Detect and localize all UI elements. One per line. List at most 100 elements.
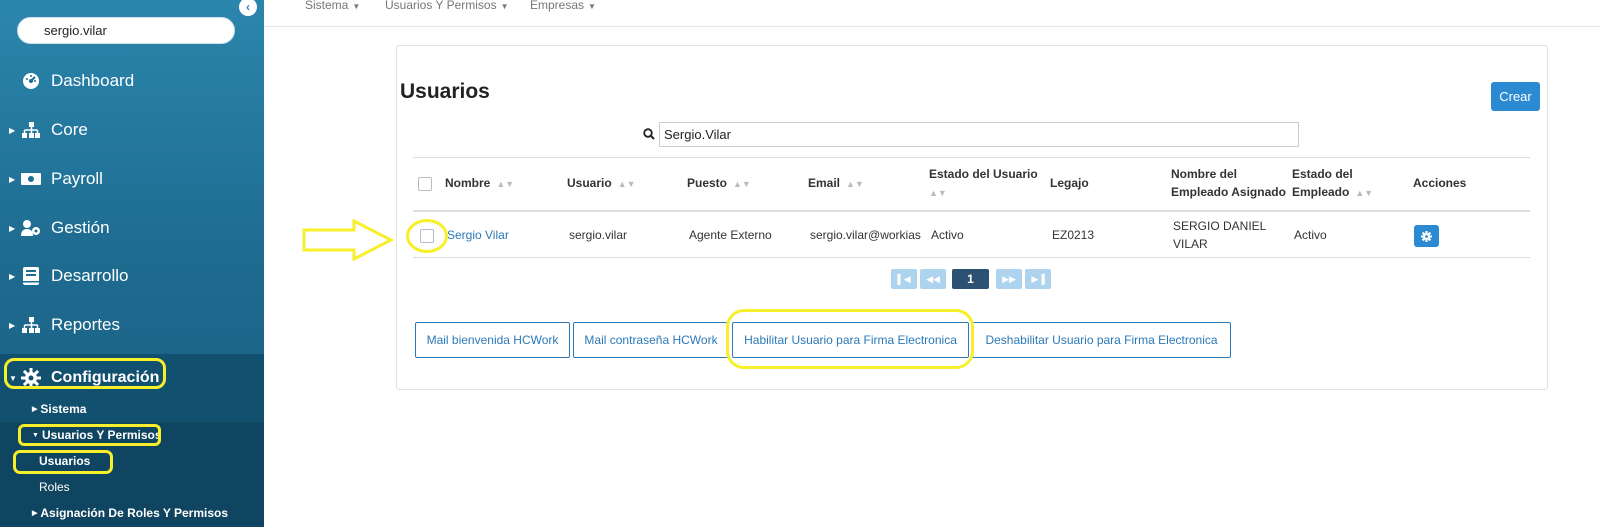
sort-icon: ▲▼ (496, 179, 515, 189)
top-navbar: Sistema ▼ Usuarios Y Permisos ▼ Empresas ▼ (264, 0, 1600, 27)
highlight-usuarios-permisos (18, 424, 161, 446)
last-page-icon[interactable]: ▶▐ (1025, 269, 1051, 289)
table-search-input[interactable]: Sergio.Vilar (659, 122, 1299, 147)
highlight-row-checkbox (406, 219, 448, 253)
column-header-legajo: Legajo (1050, 174, 1089, 192)
sidebar-search-input[interactable]: sergio.vilar (17, 17, 235, 44)
sidebar-item-reportes[interactable]: ▶ Reportes (0, 307, 264, 343)
column-header-empleado: Nombre del Empleado Asignado (1171, 165, 1289, 201)
sort-icon: ▲▼ (617, 179, 636, 189)
mail-contrasena-button[interactable]: Mail contraseña HCWork (573, 322, 729, 358)
column-label: Legajo (1050, 176, 1089, 190)
sort-icon: ▲▼ (929, 188, 947, 198)
sidebar-item-label: Payroll (51, 169, 103, 188)
cell-email: sergio.vilar@workias (810, 228, 921, 242)
caret-down-icon: ▼ (588, 2, 596, 11)
app-root: ‹ sergio.vilar Dashboard ▶ Core ▶ Payrol… (0, 0, 1600, 527)
cell-estado-usuario: Activo (931, 228, 964, 242)
sidebar-subitem-label: Sistema (40, 402, 87, 416)
search-icon (643, 128, 655, 140)
column-label: Puesto (687, 176, 728, 190)
column-label: Email (808, 176, 841, 190)
mail-bienvenida-button[interactable]: Mail bienvenida HCWork (415, 322, 570, 358)
highlight-habilitar-firma (726, 309, 974, 369)
sidebar-item-label: Desarrollo (51, 266, 129, 285)
collapse-sidebar-icon[interactable]: ‹ (239, 0, 257, 16)
deshabilitar-firma-button[interactable]: Deshabilitar Usuario para Firma Electron… (972, 322, 1231, 358)
topnav-usuarios-permisos[interactable]: Usuarios Y Permisos ▼ (385, 0, 509, 12)
prev-page-icon[interactable]: ◀◀ (920, 269, 946, 289)
sidebar-item-core[interactable]: ▶ Core (0, 112, 264, 148)
column-header-puesto[interactable]: Puesto ▲▼ (687, 174, 751, 193)
caret-right-icon: ▶ (9, 174, 16, 184)
next-page-icon[interactable]: ▶▶ (996, 269, 1022, 289)
caret-down-icon: ▼ (352, 2, 361, 11)
table-top-border (413, 157, 1530, 158)
topnav-label: Usuarios Y Permisos (385, 0, 497, 12)
topnav-label: Sistema (305, 0, 349, 12)
create-button[interactable]: Crear (1491, 82, 1540, 111)
sitemap-icon (21, 315, 41, 335)
sidebar-item-gestion[interactable]: ▶ Gestión (0, 210, 264, 246)
cell-puesto: Agente Externo (689, 228, 772, 242)
first-page-icon[interactable]: ▌◀ (891, 269, 917, 289)
book-icon (21, 266, 41, 286)
caret-right-icon: ▶ (9, 271, 16, 281)
current-page[interactable]: 1 (952, 269, 989, 289)
sitemap-icon (21, 120, 41, 140)
caret-right-icon: ▶ (9, 223, 16, 233)
cell-empleado: SERGIO DANIEL VILAR (1173, 219, 1266, 251)
caret-right-icon: ▶ (32, 406, 38, 413)
gear-icon (1421, 230, 1432, 242)
column-header-estado-empleado[interactable]: Estado del Empleado ▲▼ (1292, 165, 1392, 202)
topnav-sistema[interactable]: Sistema ▼ (305, 0, 360, 12)
column-label: Nombre del Empleado Asignado (1171, 167, 1286, 199)
column-header-estado-usuario[interactable]: Estado del Usuario ▲▼ (929, 165, 1044, 202)
row-settings-button[interactable] (1414, 225, 1439, 247)
sort-icon: ▲▼ (733, 179, 751, 189)
sort-icon: ▲▼ (846, 179, 864, 189)
sidebar-subitem-sistema[interactable]: ▶ Sistema (32, 402, 86, 416)
column-header-acciones: Acciones (1413, 174, 1466, 192)
caret-down-icon: ▼ (500, 2, 509, 11)
column-label: Acciones (1413, 176, 1467, 190)
sidebar: ‹ sergio.vilar Dashboard ▶ Core ▶ Payrol… (0, 0, 264, 527)
column-label: Usuario (567, 176, 612, 190)
dashboard-icon (21, 71, 41, 91)
sidebar-item-payroll[interactable]: ▶ Payroll (0, 161, 264, 197)
caret-right-icon: ▶ (9, 125, 16, 135)
column-label: Estado del Empleado (1292, 167, 1353, 199)
column-header-email[interactable]: Email ▲▼ (808, 174, 864, 193)
annotation-arrow-icon (302, 219, 394, 261)
sidebar-item-dashboard[interactable]: Dashboard (0, 63, 264, 99)
cell-legajo: EZ0213 (1052, 228, 1095, 242)
user-cog-icon (21, 218, 41, 238)
highlight-usuarios (13, 450, 113, 474)
caret-right-icon: ▶ (32, 510, 38, 517)
sidebar-subitem-roles[interactable]: Roles (39, 480, 70, 494)
sort-icon: ▲▼ (1355, 188, 1374, 198)
sidebar-subitem-label: Asignación De Roles Y Permisos (40, 506, 229, 520)
column-header-nombre[interactable]: Nombre ▲▼ (445, 174, 514, 193)
sidebar-item-desarrollo[interactable]: ▶ Desarrollo (0, 258, 264, 294)
cell-usuario: sergio.vilar (569, 228, 628, 242)
column-label: Estado del Usuario (929, 167, 1038, 181)
sidebar-item-label: Dashboard (51, 71, 135, 90)
money-icon (21, 169, 41, 189)
topnav-label: Empresas (530, 0, 585, 12)
highlight-configuracion (4, 358, 166, 389)
select-all-checkbox[interactable] (418, 177, 432, 191)
page-title: Usuarios (400, 80, 490, 103)
column-label: Nombre (445, 176, 491, 190)
table-header-border (413, 210, 1530, 212)
topnav-empresas[interactable]: Empresas ▼ (530, 0, 596, 12)
user-name-link[interactable]: Sergio Vilar (447, 226, 509, 244)
column-header-usuario[interactable]: Usuario ▲▼ (567, 174, 636, 193)
sidebar-subitem-asignacion[interactable]: ▶ Asignación De Roles Y Permisos (32, 506, 228, 520)
sidebar-item-label: Reportes (51, 315, 120, 334)
table-row-border (413, 257, 1530, 258)
cell-estado-empleado: Activo (1294, 228, 1327, 242)
sidebar-item-label: Gestión (51, 218, 110, 237)
caret-right-icon: ▶ (9, 320, 16, 330)
sidebar-item-label: Core (51, 120, 88, 139)
